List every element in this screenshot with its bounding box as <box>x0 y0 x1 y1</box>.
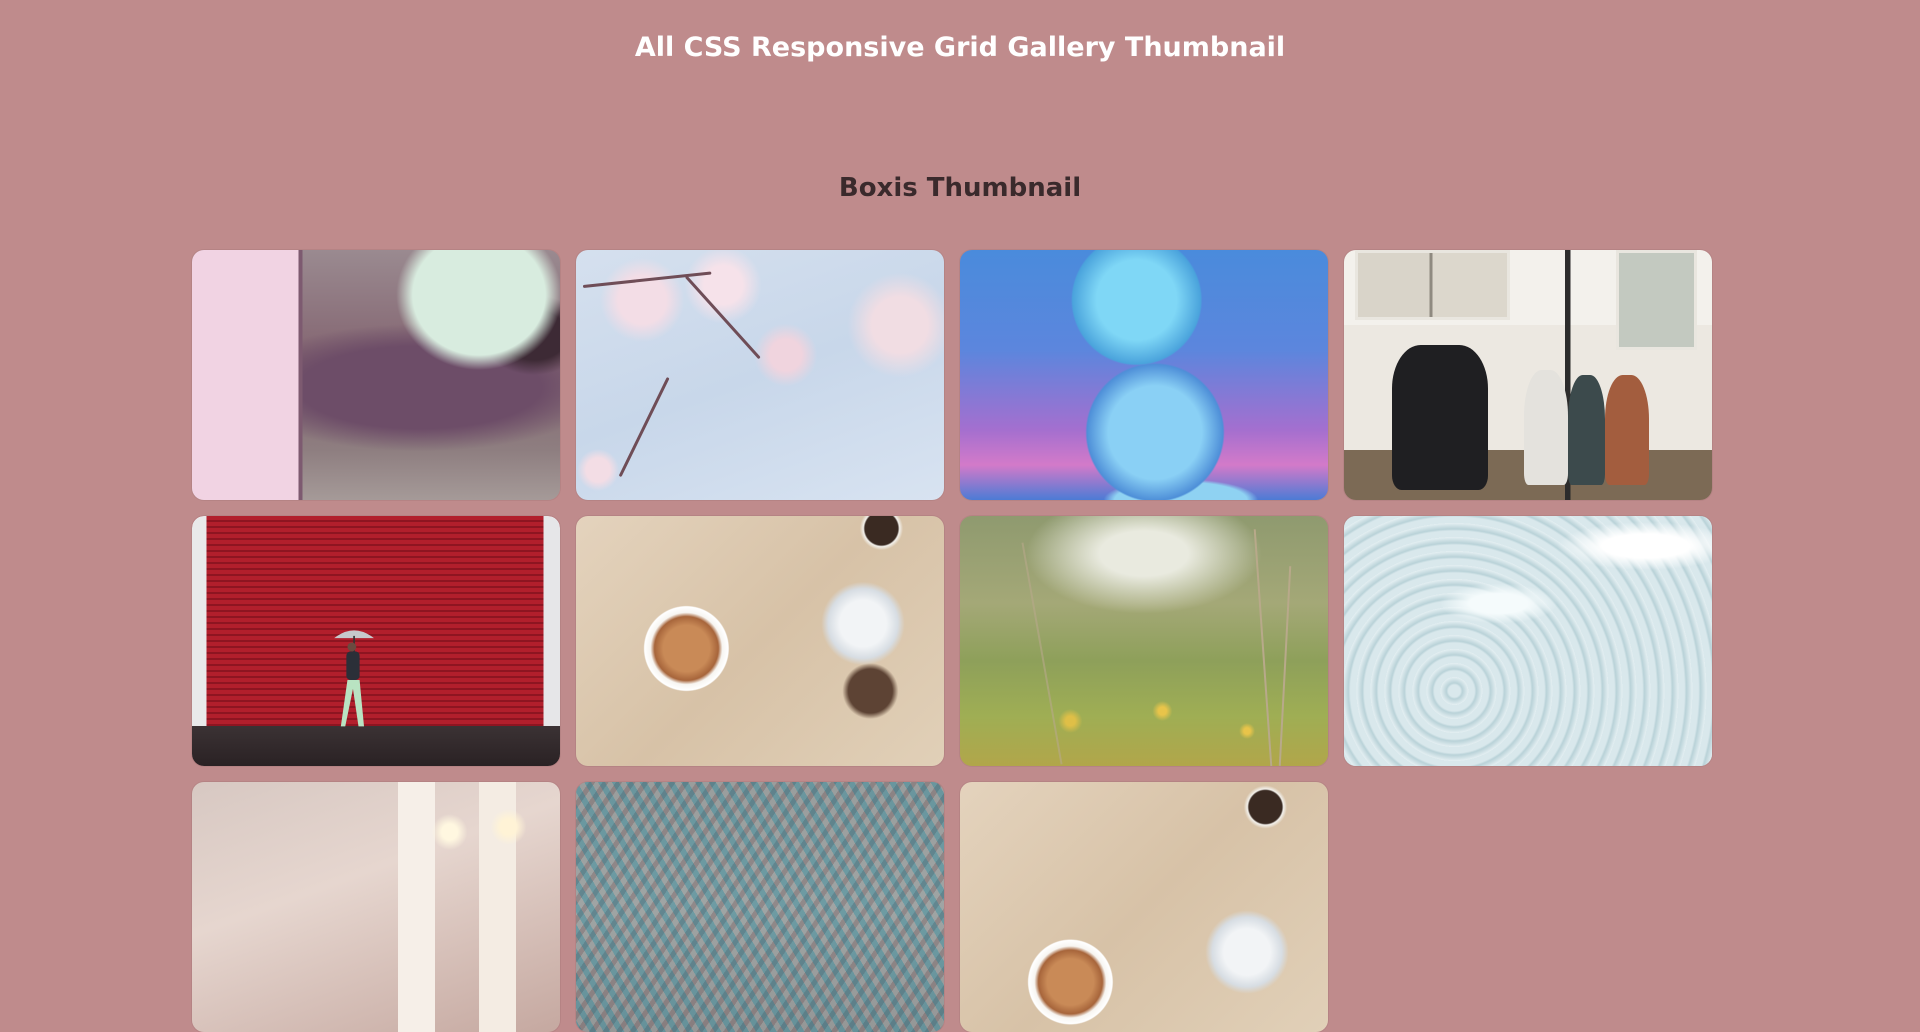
photo <box>576 250 944 500</box>
photo <box>1344 516 1712 766</box>
thumbnail-coffee-milk-2[interactable] <box>960 782 1328 1032</box>
thumbnail-glass-spheres[interactable] <box>960 250 1328 500</box>
thumbnail-gallery <box>192 250 1714 1032</box>
thumbnail-frost-pattern[interactable] <box>576 782 944 1032</box>
kid <box>1605 375 1650 485</box>
thumbnail-coffee-milk[interactable] <box>576 516 944 766</box>
thumbnail-candles-book[interactable] <box>192 782 560 1032</box>
kid <box>1568 375 1606 485</box>
person-umbrella <box>334 630 374 727</box>
photo <box>192 782 560 1032</box>
window <box>1355 250 1510 320</box>
thumbnail-meadow-grass[interactable] <box>960 516 1328 766</box>
window <box>1616 250 1698 350</box>
thumbnail-cherry-blossom[interactable] <box>576 250 944 500</box>
photo <box>960 782 1328 1032</box>
page-title: All CSS Responsive Grid Gallery Thumbnai… <box>634 32 1286 63</box>
thumbnail-ocean-water[interactable] <box>1344 516 1712 766</box>
photo <box>192 250 560 500</box>
kid <box>1524 370 1569 485</box>
photo <box>960 516 1328 766</box>
thumbnail-kids-stroller[interactable] <box>1344 250 1712 500</box>
photo <box>576 516 944 766</box>
thumbnail-red-shutter-umbrella[interactable] <box>192 516 560 766</box>
photo <box>960 250 1328 500</box>
photo <box>576 782 944 1032</box>
stroller <box>1391 345 1488 490</box>
section-title: Boxis Thumbnail <box>838 173 1082 203</box>
thumbnail-blurred-pink[interactable] <box>192 250 560 500</box>
street <box>192 726 560 766</box>
